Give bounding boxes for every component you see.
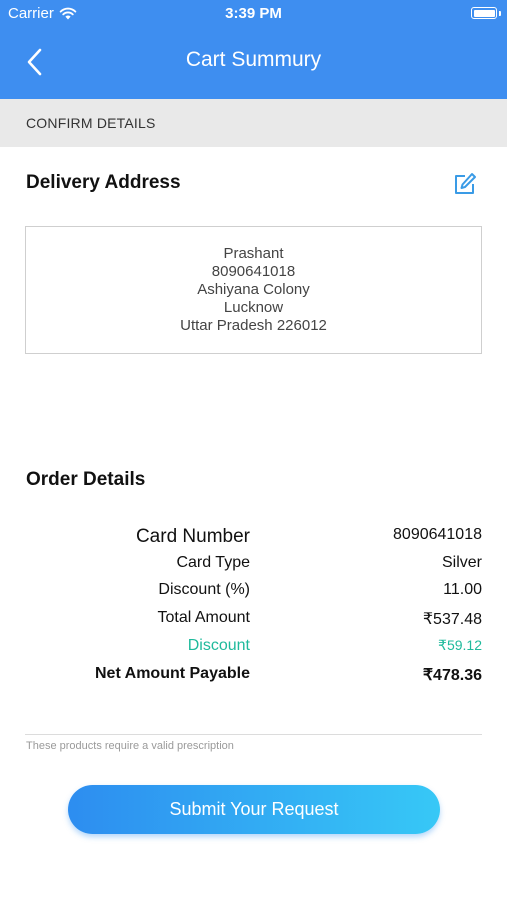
battery-icon bbox=[471, 7, 497, 19]
edit-icon bbox=[455, 173, 476, 194]
submit-request-button[interactable]: Submit Your Request bbox=[68, 785, 440, 834]
order-row-total-amount: Total Amount ₹537.48 bbox=[0, 609, 507, 633]
card-number-label: Card Number bbox=[135, 526, 250, 547]
nav-header: Carrier 3:39 PM Cart Summury bbox=[0, 0, 507, 99]
net-amount-label: Net Amount Payable bbox=[95, 665, 250, 682]
total-amount-label: Total Amount bbox=[157, 609, 251, 626]
net-amount-value: ₹478.36 bbox=[422, 667, 482, 684]
section-header: CONFIRM DETAILS bbox=[0, 99, 507, 147]
delivery-address-heading: Delivery Address bbox=[26, 172, 181, 193]
card-type-label: Card Type bbox=[176, 554, 250, 571]
order-row-card-type: Card Type Silver bbox=[0, 554, 507, 578]
prescription-note: These products require a valid prescript… bbox=[26, 740, 234, 752]
total-amount-value: ₹537.48 bbox=[422, 611, 482, 628]
status-time: 3:39 PM bbox=[225, 5, 282, 22]
discount-value: ₹59.12 bbox=[438, 637, 482, 653]
card-type-value: Silver bbox=[441, 554, 482, 571]
discount-label: Discount bbox=[187, 637, 250, 654]
discount-percent-value: 11.00 bbox=[443, 581, 482, 598]
address-name: Prashant bbox=[223, 245, 284, 262]
delivery-address-box: Prashant 8090641018 Ashiyana Colony Luck… bbox=[25, 226, 482, 354]
order-row-discount-percent: Discount (%) 11.00 bbox=[0, 581, 507, 605]
order-row-card-number: Card Number 8090641018 bbox=[0, 526, 507, 550]
edit-address-button[interactable] bbox=[452, 171, 478, 197]
section-label: CONFIRM DETAILS bbox=[26, 115, 156, 131]
order-row-discount: Discount ₹59.12 bbox=[0, 637, 507, 661]
discount-percent-label: Discount (%) bbox=[158, 581, 250, 598]
card-number-value: 8090641018 bbox=[393, 526, 482, 543]
status-bar: Carrier 3:39 PM bbox=[0, 0, 507, 28]
address-line: Ashiyana Colony bbox=[197, 281, 310, 298]
order-details-heading: Order Details bbox=[26, 469, 146, 490]
battery-tip bbox=[499, 11, 501, 16]
page-title: Cart Summury bbox=[185, 48, 322, 71]
address-state-zip: Uttar Pradesh 226012 bbox=[180, 317, 327, 334]
divider bbox=[25, 734, 482, 735]
address-city: Lucknow bbox=[223, 299, 284, 316]
address-phone: 8090641018 bbox=[211, 263, 296, 280]
order-row-net-amount: Net Amount Payable ₹478.36 bbox=[0, 665, 507, 689]
